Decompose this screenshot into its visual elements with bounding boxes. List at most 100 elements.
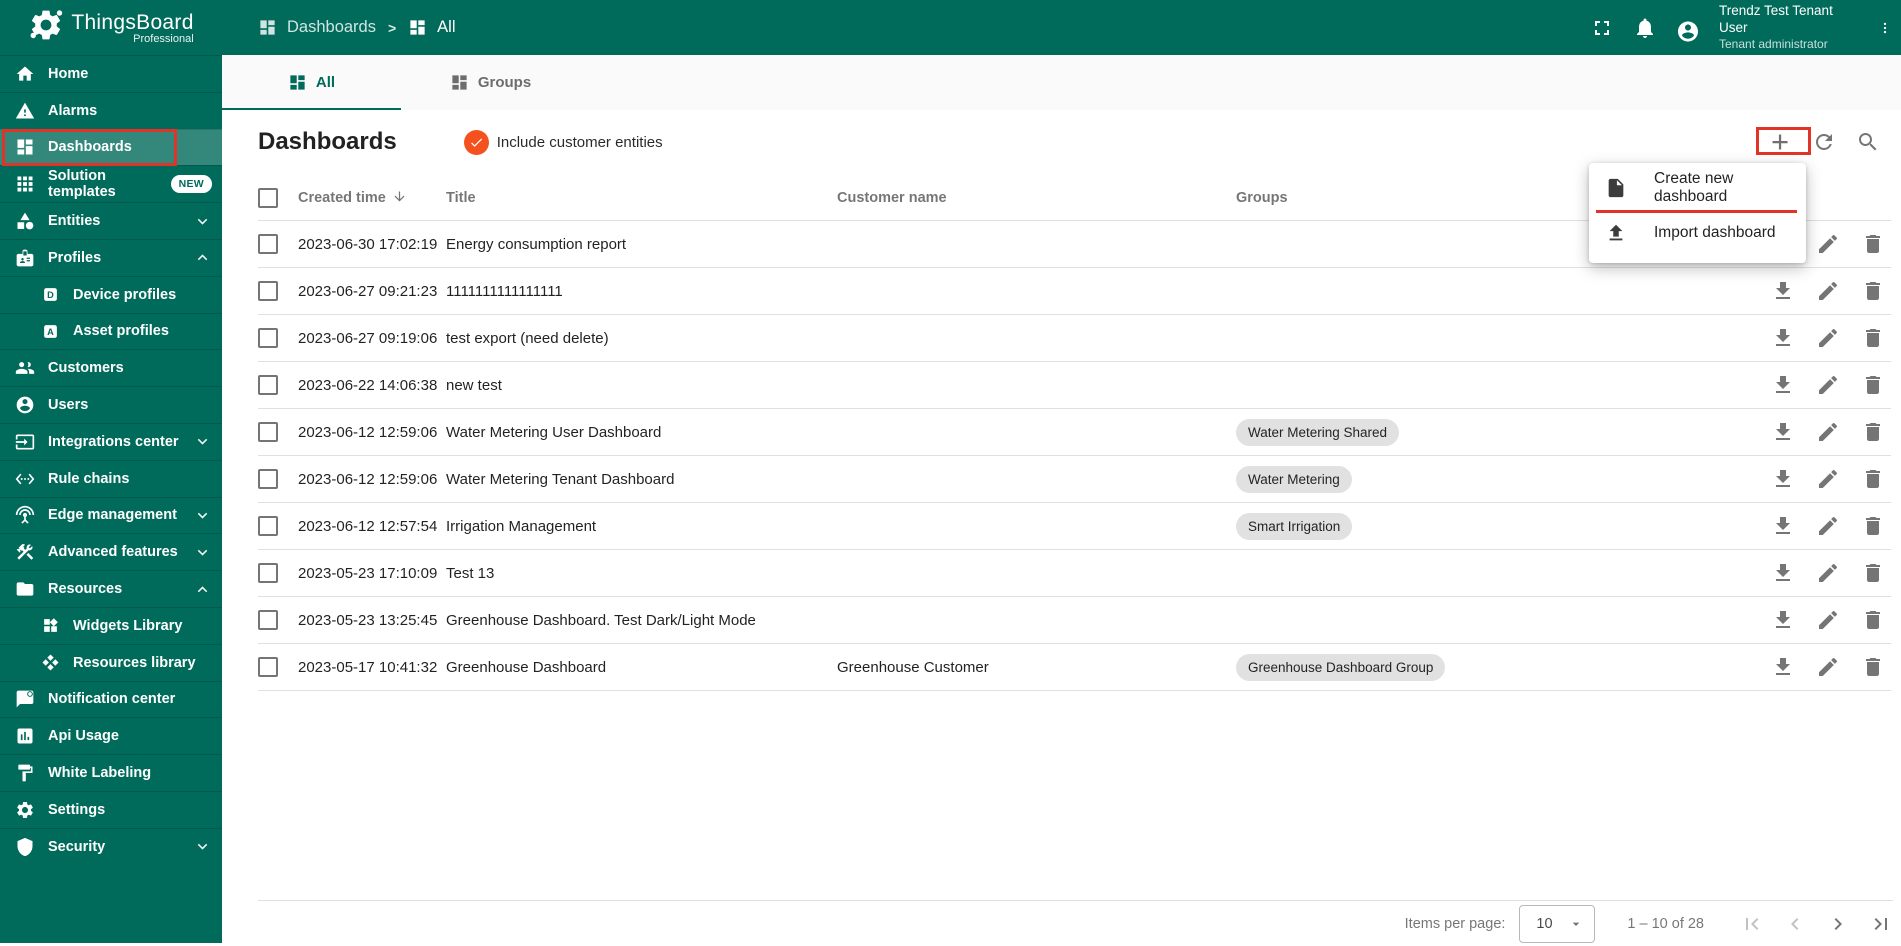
user-info[interactable]: Trendz Test Tenant User Tenant administr…	[1719, 3, 1859, 52]
table-row[interactable]: 2023-05-23 17:10:09 Test 13	[258, 550, 1891, 597]
notifications-bell-icon[interactable]	[1633, 16, 1657, 40]
refresh-button[interactable]	[1812, 130, 1836, 154]
table-row[interactable]: 2023-06-12 12:59:06 Water Metering Tenant…	[258, 456, 1891, 503]
sidebar-item-profiles[interactable]: Profiles	[0, 238, 222, 276]
menu-item-create-new-dashboard[interactable]: Create new dashboard	[1589, 165, 1806, 210]
row-checkbox[interactable]	[258, 516, 278, 536]
avatar[interactable]	[1676, 16, 1700, 41]
row-checkbox[interactable]	[258, 657, 278, 677]
sidebar-item-widgets-library[interactable]: Widgets Library	[0, 606, 222, 644]
group-chip[interactable]: Water Metering	[1236, 465, 1352, 493]
sidebar-item-customers[interactable]: Customers	[0, 349, 222, 386]
fullscreen-icon[interactable]	[1590, 16, 1614, 40]
prev-page-button[interactable]	[1783, 912, 1807, 936]
export-dashboard-button[interactable]	[1771, 514, 1795, 538]
last-page-button[interactable]	[1869, 912, 1893, 936]
tab-groups[interactable]: Groups	[401, 55, 580, 110]
row-checkbox[interactable]	[258, 563, 278, 583]
edit-dashboard-button[interactable]	[1816, 514, 1840, 538]
delete-dashboard-button[interactable]	[1861, 373, 1885, 397]
search-button[interactable]	[1856, 130, 1880, 154]
export-dashboard-button[interactable]	[1771, 279, 1795, 303]
more-vert-icon[interactable]	[1878, 16, 1892, 40]
sidebar-item-users[interactable]: Users	[0, 386, 222, 423]
sidebar-item-solution-templates[interactable]: Solution templates NEW	[0, 165, 222, 202]
delete-dashboard-button[interactable]	[1861, 467, 1885, 491]
sidebar-item-alarms[interactable]: Alarms	[0, 91, 222, 129]
sidebar-item-home[interactable]: Home	[0, 55, 222, 92]
select-all-checkbox[interactable]	[258, 187, 278, 208]
sidebar-item-edge-management[interactable]: Edge management	[0, 496, 222, 534]
table-row[interactable]: 2023-05-17 10:41:32 Greenhouse Dashboard G…	[258, 644, 1891, 691]
export-dashboard-button[interactable]	[1771, 561, 1795, 585]
row-checkbox[interactable]	[258, 375, 278, 395]
tab-all[interactable]: All	[222, 55, 401, 110]
delete-dashboard-button[interactable]	[1861, 420, 1885, 444]
sidebar-item-settings[interactable]: Settings	[0, 790, 222, 828]
table-row[interactable]: 2023-06-27 09:19:06 test export (need del…	[258, 315, 1891, 362]
sidebar-item-resources[interactable]: Resources	[0, 570, 222, 607]
sidebar-item-entities[interactable]: Entities	[0, 202, 222, 239]
upload-icon	[1605, 222, 1627, 244]
table-row[interactable]: 2023-06-12 12:57:54 Irrigation Management…	[258, 503, 1891, 550]
sidebar-item-dashboards[interactable]: Dashboards	[0, 128, 222, 166]
table-row[interactable]: 2023-06-12 12:59:06 Water Metering User D…	[258, 409, 1891, 456]
row-checkbox[interactable]	[258, 281, 278, 301]
row-checkbox[interactable]	[258, 422, 278, 442]
delete-dashboard-button[interactable]	[1861, 326, 1885, 350]
export-dashboard-button[interactable]	[1771, 373, 1795, 397]
export-dashboard-button[interactable]	[1771, 608, 1795, 632]
breadcrumb-parent[interactable]: Dashboards	[258, 18, 376, 37]
sidebar-item-notification-center[interactable]: Notification center	[0, 680, 222, 718]
sidebar-item-api-usage[interactable]: Api Usage	[0, 717, 222, 754]
include-customer-entities-toggle[interactable]: Include customer entities	[446, 129, 663, 155]
column-header-customer-name[interactable]: Customer name	[837, 190, 1236, 206]
delete-dashboard-button[interactable]	[1861, 608, 1885, 632]
edit-dashboard-button[interactable]	[1816, 279, 1840, 303]
export-dashboard-button[interactable]	[1771, 420, 1795, 444]
items-per-page-select[interactable]: 10	[1519, 904, 1596, 943]
edit-dashboard-button[interactable]	[1816, 420, 1840, 444]
sidebar-item-security[interactable]: Security	[0, 827, 222, 865]
edit-dashboard-button[interactable]	[1816, 655, 1840, 679]
edit-dashboard-button[interactable]	[1816, 467, 1840, 491]
edit-dashboard-button[interactable]	[1816, 232, 1840, 256]
row-checkbox[interactable]	[258, 234, 278, 254]
table-row[interactable]: 2023-06-22 14:06:38 new test	[258, 362, 1891, 409]
export-dashboard-button[interactable]	[1771, 655, 1795, 679]
toggle-thumb-checked	[463, 129, 489, 155]
row-checkbox[interactable]	[258, 469, 278, 489]
group-chip[interactable]: Smart Irrigation	[1236, 512, 1353, 540]
delete-dashboard-button[interactable]	[1861, 279, 1885, 303]
edit-dashboard-button[interactable]	[1816, 373, 1840, 397]
table-row[interactable]: 2023-06-27 09:21:23 1111111111111111	[258, 268, 1891, 315]
row-checkbox[interactable]	[258, 610, 278, 630]
sidebar-item-white-labeling[interactable]: White Labeling	[0, 754, 222, 791]
sidebar-item-rule-chains[interactable]: Rule chains	[0, 459, 222, 497]
group-chip[interactable]: Greenhouse Dashboard Group	[1236, 653, 1446, 681]
delete-dashboard-button[interactable]	[1861, 561, 1885, 585]
delete-dashboard-button[interactable]	[1861, 514, 1885, 538]
sidebar-item-advanced-features[interactable]: Advanced features	[0, 533, 222, 570]
column-header-created-time[interactable]: Created time	[298, 189, 446, 206]
edit-dashboard-button[interactable]	[1816, 561, 1840, 585]
delete-dashboard-button[interactable]	[1861, 655, 1885, 679]
app-logo[interactable]: ThingsBoard Professional	[0, 0, 222, 55]
sidebar-item-integrations-center[interactable]: Integrations center	[0, 422, 222, 460]
group-chip[interactable]: Water Metering Shared	[1236, 418, 1400, 446]
sidebar-item-resources-library[interactable]: Resources library	[0, 643, 222, 681]
sidebar-item-asset-profiles[interactable]: A Asset profiles	[0, 312, 222, 350]
edit-dashboard-button[interactable]	[1816, 608, 1840, 632]
export-dashboard-button[interactable]	[1771, 326, 1795, 350]
table-row[interactable]: 2023-05-23 13:25:45 Greenhouse Dashboard.…	[258, 597, 1891, 644]
delete-dashboard-button[interactable]	[1861, 232, 1885, 256]
add-dashboard-button[interactable]: +	[1768, 126, 1792, 157]
first-page-button[interactable]	[1740, 912, 1764, 936]
column-header-title[interactable]: Title	[446, 190, 837, 206]
menu-item-import-dashboard[interactable]: Import dashboard	[1589, 210, 1806, 255]
row-checkbox[interactable]	[258, 328, 278, 348]
edit-dashboard-button[interactable]	[1816, 326, 1840, 350]
export-dashboard-button[interactable]	[1771, 467, 1795, 491]
next-page-button[interactable]	[1826, 912, 1850, 936]
sidebar-item-device-profiles[interactable]: D Device profiles	[0, 275, 222, 313]
